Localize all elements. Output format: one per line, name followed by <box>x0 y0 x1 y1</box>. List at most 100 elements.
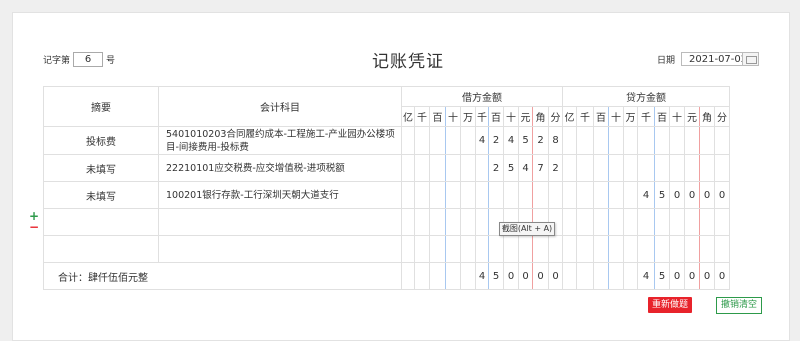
debit-digit[interactable] <box>429 235 446 263</box>
debit-digit[interactable] <box>445 154 461 182</box>
credit-digit[interactable]: 4 <box>637 181 655 209</box>
voucher-number-input[interactable]: 6 <box>73 52 104 67</box>
debit-digit[interactable]: 2 <box>532 126 549 155</box>
debit-digit[interactable] <box>488 181 504 209</box>
credit-digit[interactable] <box>623 181 638 209</box>
credit-digit[interactable] <box>714 208 730 236</box>
credit-digit[interactable] <box>684 154 700 182</box>
row-account[interactable] <box>158 235 402 263</box>
debit-digit[interactable] <box>475 181 489 209</box>
remove-row-icon[interactable]: − <box>29 220 39 234</box>
credit-digit[interactable] <box>608 235 624 263</box>
row-account[interactable] <box>158 208 402 236</box>
credit-digit[interactable] <box>562 154 577 182</box>
debit-digit[interactable]: 8 <box>548 126 563 155</box>
credit-digit[interactable] <box>576 126 594 155</box>
credit-digit[interactable] <box>593 208 609 236</box>
credit-digit[interactable] <box>576 154 594 182</box>
credit-digit[interactable] <box>684 235 700 263</box>
debit-digit[interactable] <box>401 235 415 263</box>
debit-digit[interactable]: 7 <box>532 154 549 182</box>
credit-digit[interactable] <box>562 181 577 209</box>
credit-digit[interactable] <box>699 208 715 236</box>
debit-digit[interactable] <box>475 154 489 182</box>
debit-digit[interactable]: 2 <box>488 126 504 155</box>
credit-digit[interactable] <box>562 235 577 263</box>
credit-digit[interactable] <box>637 208 655 236</box>
debit-digit[interactable] <box>414 181 430 209</box>
credit-digit[interactable]: 0 <box>669 181 685 209</box>
debit-digit[interactable] <box>401 181 415 209</box>
credit-digit[interactable] <box>623 235 638 263</box>
debit-digit[interactable] <box>460 181 476 209</box>
credit-digit[interactable] <box>608 208 624 236</box>
row-account[interactable]: 22210101应交税费-应交增值税-进项税额 <box>158 154 402 182</box>
debit-digit[interactable] <box>548 181 563 209</box>
debit-digit[interactable]: 4 <box>475 126 489 155</box>
debit-digit[interactable] <box>460 154 476 182</box>
credit-digit[interactable] <box>608 181 624 209</box>
credit-digit[interactable] <box>637 235 655 263</box>
debit-digit[interactable] <box>503 181 519 209</box>
debit-digit[interactable] <box>401 126 415 155</box>
debit-digit[interactable] <box>429 154 446 182</box>
debit-digit[interactable] <box>414 154 430 182</box>
credit-digit[interactable] <box>576 181 594 209</box>
credit-digit[interactable] <box>714 126 730 155</box>
debit-digit[interactable]: 2 <box>488 154 504 182</box>
row-summary[interactable]: 未填写 <box>43 154 159 182</box>
clear-button[interactable]: 撤销清空 <box>716 297 762 314</box>
credit-digit[interactable] <box>562 126 577 155</box>
debit-digit[interactable] <box>445 126 461 155</box>
debit-digit[interactable] <box>460 208 476 236</box>
debit-digit[interactable] <box>401 208 415 236</box>
debit-digit[interactable] <box>414 126 430 155</box>
credit-digit[interactable] <box>562 208 577 236</box>
row-account[interactable]: 100201银行存款-工行深圳天朝大道支行 <box>158 181 402 209</box>
credit-digit[interactable] <box>576 235 594 263</box>
debit-digit[interactable]: 5 <box>503 154 519 182</box>
credit-digit[interactable] <box>699 235 715 263</box>
debit-digit[interactable] <box>429 181 446 209</box>
debit-digit[interactable] <box>532 181 549 209</box>
credit-digit[interactable] <box>637 126 655 155</box>
row-summary[interactable]: 投标费 <box>43 126 159 155</box>
row-account[interactable]: 5401010203合同履约成本-工程施工-产业园办公楼项目-间接费用-投标费 <box>158 126 402 155</box>
row-summary[interactable] <box>43 208 159 236</box>
credit-digit[interactable] <box>714 154 730 182</box>
debit-digit[interactable] <box>429 208 446 236</box>
credit-digit[interactable] <box>593 181 609 209</box>
debit-digit[interactable] <box>503 235 519 263</box>
credit-digit[interactable] <box>654 126 670 155</box>
credit-digit[interactable] <box>593 126 609 155</box>
debit-digit[interactable] <box>475 208 489 236</box>
row-summary[interactable] <box>43 235 159 263</box>
credit-digit[interactable]: 5 <box>654 181 670 209</box>
credit-digit[interactable] <box>623 154 638 182</box>
credit-digit[interactable] <box>669 235 685 263</box>
debit-digit[interactable] <box>518 235 533 263</box>
credit-digit[interactable] <box>654 154 670 182</box>
debit-digit[interactable]: 2 <box>548 154 563 182</box>
debit-digit[interactable] <box>488 235 504 263</box>
debit-digit[interactable] <box>445 181 461 209</box>
credit-digit[interactable] <box>654 208 670 236</box>
row-summary[interactable]: 未填写 <box>43 181 159 209</box>
date-input[interactable]: 2021-07-02 <box>681 52 760 66</box>
credit-digit[interactable] <box>684 208 700 236</box>
debit-digit[interactable] <box>445 208 461 236</box>
debit-digit[interactable] <box>460 126 476 155</box>
debit-digit[interactable] <box>548 235 563 263</box>
debit-digit[interactable] <box>475 235 489 263</box>
debit-digit[interactable] <box>518 181 533 209</box>
credit-digit[interactable]: 0 <box>714 181 730 209</box>
debit-digit[interactable]: 4 <box>518 154 533 182</box>
credit-digit[interactable]: 0 <box>684 181 700 209</box>
calendar-icon[interactable] <box>742 52 760 66</box>
debit-digit[interactable] <box>532 235 549 263</box>
debit-digit[interactable]: 5 <box>518 126 533 155</box>
credit-digit[interactable] <box>714 235 730 263</box>
credit-digit[interactable] <box>637 154 655 182</box>
credit-digit[interactable] <box>669 126 685 155</box>
debit-digit[interactable]: 4 <box>503 126 519 155</box>
